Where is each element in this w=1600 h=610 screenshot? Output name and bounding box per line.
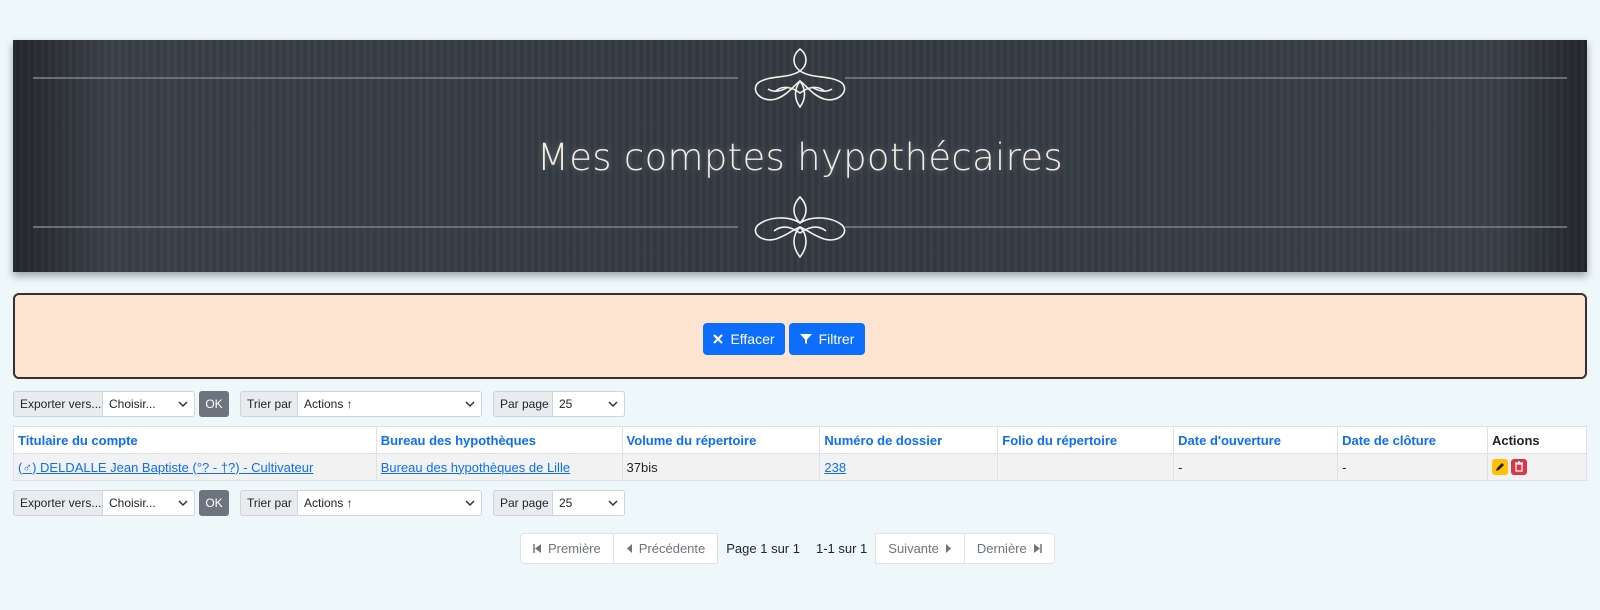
table-header-row: Titulaire du compte Bureau des hypothèqu… (13, 426, 1588, 454)
cell-dossier: 238 (819, 453, 999, 481)
caret-right-icon (945, 544, 951, 553)
perpage-label: Par page (493, 391, 553, 417)
sort-select-value: Actions ↑ (304, 496, 353, 510)
perpage-label: Par page (493, 490, 553, 516)
perpage-select-value: 25 (559, 496, 573, 510)
col-header-opening-date[interactable]: Date d'ouverture (1173, 426, 1339, 454)
export-label: Exporter vers... (13, 391, 103, 417)
col-header-closing-date[interactable]: Date de clôture (1337, 426, 1488, 454)
prev-page-button[interactable]: Précédente (613, 533, 719, 564)
col-header-bureau[interactable]: Bureau des hypothèques (375, 426, 623, 454)
holder-link[interactable]: (♂) DELDALLE Jean Baptiste (°? - †?) - C… (18, 460, 313, 475)
chevron-down-icon (465, 401, 475, 408)
chevron-down-icon (608, 500, 618, 507)
chevron-down-icon (608, 401, 618, 408)
page-title: Mes comptes hypothécaires (537, 136, 1063, 179)
col-header-actions: Actions (1486, 426, 1588, 454)
export-select-value: Choisir... (109, 496, 156, 510)
cell-folio (997, 453, 1175, 481)
sort-select-value: Actions ↑ (304, 397, 353, 411)
export-label: Exporter vers... (13, 490, 103, 516)
col-header-dossier[interactable]: Numéro de dossier (819, 426, 999, 454)
export-group: Exporter vers... Choisir... OK (13, 391, 229, 417)
perpage-group: Par page 25 (493, 490, 625, 516)
export-select[interactable]: Choisir... (103, 391, 195, 417)
sort-label: Trier par (240, 391, 298, 417)
flourish-top-icon (754, 47, 846, 109)
col-header-holder[interactable]: Titulaire du compte (13, 426, 377, 454)
page-banner: Mes comptes hypothécaires (13, 40, 1587, 272)
export-group: Exporter vers... Choisir... OK (13, 490, 229, 516)
banner-divider-right-bottom (845, 226, 1567, 228)
trash-icon (1514, 461, 1523, 472)
perpage-group: Par page 25 (493, 391, 625, 417)
bureau-link[interactable]: Bureau des hypothèques de Lille (381, 460, 570, 475)
banner-divider-right-top (845, 77, 1567, 79)
export-ok-button[interactable]: OK (199, 490, 229, 516)
pencil-icon (1495, 463, 1504, 472)
banner-divider-left-top (33, 77, 738, 79)
sort-select[interactable]: Actions ↑ (298, 490, 482, 516)
filter-button-label: Filtrer (818, 331, 855, 347)
first-page-label: Première (548, 541, 601, 556)
accounts-table: Titulaire du compte Bureau des hypothèqu… (13, 426, 1588, 481)
clear-button[interactable]: Effacer (703, 323, 785, 355)
chevron-down-icon (178, 401, 188, 408)
pagination: Première Précédente Page 1 sur 1 1-1 sur… (520, 533, 1055, 564)
first-page-button[interactable]: Première (520, 533, 614, 564)
caret-left-icon (626, 544, 632, 553)
chevron-down-icon (178, 500, 188, 507)
export-ok-button[interactable]: OK (199, 391, 229, 417)
col-header-folio[interactable]: Folio du répertoire (997, 426, 1175, 454)
delete-button[interactable] (1510, 459, 1527, 476)
chevron-down-icon (465, 500, 475, 507)
export-select[interactable]: Choisir... (103, 490, 195, 516)
cell-closing-date: - (1337, 453, 1488, 481)
filter-button[interactable]: Filtrer (789, 323, 865, 355)
sort-label: Trier par (240, 490, 298, 516)
clear-button-label: Effacer (730, 331, 775, 347)
sort-group: Trier par Actions ↑ (240, 391, 482, 417)
prev-page-label: Précédente (638, 541, 706, 556)
skip-start-icon (533, 544, 541, 553)
perpage-select[interactable]: 25 (553, 490, 625, 516)
skip-end-icon (1033, 544, 1042, 553)
banner-divider-left-bottom (33, 226, 738, 228)
col-header-volume[interactable]: Volume du répertoire (621, 426, 821, 454)
dossier-link[interactable]: 238 (824, 460, 846, 475)
range-info: 1-1 sur 1 (815, 541, 868, 556)
cell-actions (1486, 453, 1588, 481)
next-page-button[interactable]: Suivante (875, 533, 965, 564)
perpage-select-value: 25 (559, 397, 573, 411)
next-page-label: Suivante (888, 541, 939, 556)
table-row: (♂) DELDALLE Jean Baptiste (°? - †?) - C… (13, 453, 1588, 481)
flourish-bottom-icon (754, 195, 846, 259)
page-info: Page 1 sur 1 (726, 541, 800, 556)
perpage-select[interactable]: 25 (553, 391, 625, 417)
sort-group: Trier par Actions ↑ (240, 490, 482, 516)
cell-holder: (♂) DELDALLE Jean Baptiste (°? - †?) - C… (13, 453, 377, 481)
sort-select[interactable]: Actions ↑ (298, 391, 482, 417)
export-select-value: Choisir... (109, 397, 156, 411)
cell-bureau: Bureau des hypothèques de Lille (375, 453, 623, 481)
last-page-button[interactable]: Dernière (964, 533, 1055, 564)
edit-button[interactable] (1491, 459, 1508, 476)
close-icon (713, 334, 724, 344)
last-page-label: Dernière (976, 541, 1027, 556)
funnel-icon (799, 334, 812, 344)
cell-volume: 37bis (621, 453, 821, 481)
cell-opening-date: - (1173, 453, 1339, 481)
